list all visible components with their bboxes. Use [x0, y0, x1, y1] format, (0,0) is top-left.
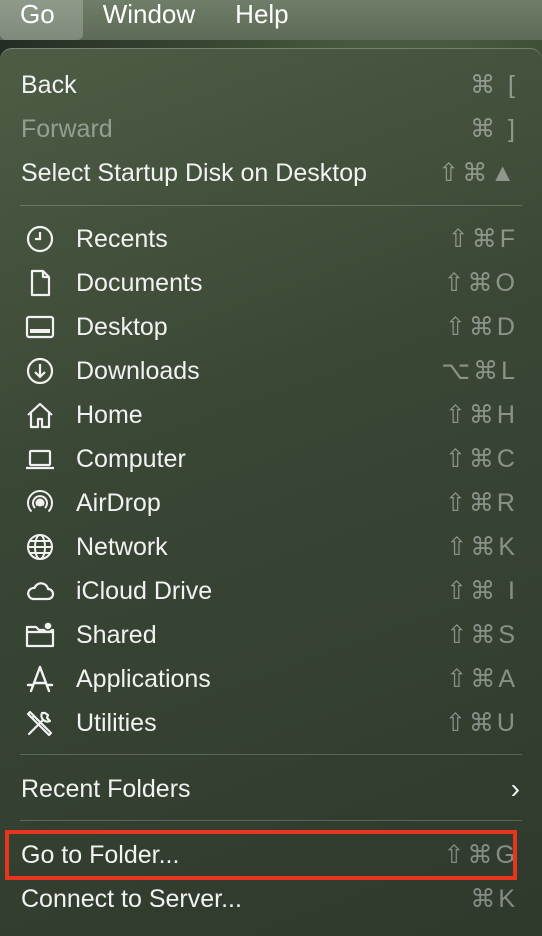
go-menu: Back ⌘ [ Forward ⌘ ] Select Startup Disk… — [0, 48, 542, 936]
airdrop-icon — [22, 485, 58, 521]
menu-item-label: Back — [21, 70, 77, 99]
menu-item-airdrop[interactable]: AirDrop ⇧⌘R — [0, 481, 542, 525]
shortcut-label: ⌘K — [470, 885, 518, 913]
shared-folder-icon — [22, 617, 58, 653]
globe-icon — [22, 529, 58, 565]
menu-item-forward: Forward ⌘ ] — [0, 107, 542, 151]
document-icon — [22, 265, 58, 301]
menu-separator — [20, 820, 522, 821]
menu-item-label: Forward — [21, 114, 113, 143]
menubar-window[interactable]: Window — [83, 0, 215, 40]
menu-item-label: Network — [76, 532, 168, 561]
menu-item-shared[interactable]: Shared ⇧⌘S — [0, 613, 542, 657]
shortcut-label: ⇧⌘K — [446, 533, 518, 561]
menu-item-label: iCloud Drive — [76, 576, 213, 605]
shortcut-label: ⇧⌘U — [444, 709, 518, 737]
menu-item-label: AirDrop — [76, 488, 161, 517]
shortcut-label: ⇧⌘▲ — [438, 159, 518, 187]
menu-item-documents[interactable]: Documents ⇧⌘O — [0, 261, 542, 305]
menu-item-label: Shared — [76, 620, 157, 649]
shortcut-label: ⇧⌘R — [444, 489, 518, 517]
shortcut-label: ⇧⌘C — [444, 445, 518, 473]
laptop-icon — [22, 441, 58, 477]
menu-item-select-startup-disk[interactable]: Select Startup Disk on Desktop ⇧⌘▲ — [0, 151, 542, 195]
menu-item-label: Recents — [76, 224, 168, 253]
home-icon — [22, 397, 58, 433]
menu-separator — [20, 205, 522, 206]
desktop-icon — [22, 309, 58, 345]
cloud-icon — [22, 573, 58, 609]
applications-icon — [22, 661, 58, 697]
menu-item-recent-folders[interactable]: Recent Folders › — [0, 767, 542, 811]
highlight-annotation-box — [5, 830, 517, 880]
menubar-go[interactable]: Go — [0, 0, 83, 40]
shortcut-label: ⌥⌘L — [441, 357, 518, 385]
menu-item-label: Utilities — [76, 708, 157, 737]
menu-item-label: Applications — [76, 664, 211, 693]
shortcut-label: ⌘ ] — [470, 115, 518, 143]
menu-item-utilities[interactable]: Utilities ⇧⌘U — [0, 701, 542, 745]
menu-separator — [20, 754, 522, 755]
menu-item-icloud-drive[interactable]: iCloud Drive ⇧⌘ I — [0, 569, 542, 613]
menu-item-downloads[interactable]: Downloads ⌥⌘L — [0, 349, 542, 393]
shortcut-label: ⇧⌘ I — [446, 577, 518, 605]
clock-icon — [22, 221, 58, 257]
menu-item-label: Select Startup Disk on Desktop — [21, 158, 367, 187]
shortcut-label: ⌘ [ — [470, 71, 518, 99]
menu-item-back[interactable]: Back ⌘ [ — [0, 63, 542, 107]
shortcut-label: ⇧⌘D — [444, 313, 518, 341]
shortcut-label: ⇧⌘S — [446, 621, 518, 649]
download-icon — [22, 353, 58, 389]
menu-item-desktop[interactable]: Desktop ⇧⌘D — [0, 305, 542, 349]
menu-bar: Go Window Help — [0, 0, 542, 40]
menu-item-network[interactable]: Network ⇧⌘K — [0, 525, 542, 569]
menu-item-label: Downloads — [76, 356, 200, 385]
menu-item-connect-to-server[interactable]: Connect to Server... ⌘K — [0, 877, 542, 921]
menu-item-computer[interactable]: Computer ⇧⌘C — [0, 437, 542, 481]
shortcut-label: ⇧⌘H — [444, 401, 518, 429]
menu-item-label: Home — [76, 400, 143, 429]
tools-icon — [22, 705, 58, 741]
menu-item-label: Documents — [76, 268, 203, 297]
menu-item-label: Desktop — [76, 312, 168, 341]
menu-item-home[interactable]: Home ⇧⌘H — [0, 393, 542, 437]
shortcut-label: ⇧⌘O — [443, 269, 518, 297]
menubar-help[interactable]: Help — [215, 0, 308, 40]
chevron-right-icon: › — [510, 773, 520, 804]
menu-item-label: Recent Folders — [21, 774, 191, 803]
shortcut-label: ⇧⌘A — [446, 665, 518, 693]
menu-item-label: Computer — [76, 444, 186, 473]
shortcut-label: ⇧⌘F — [447, 225, 518, 253]
menu-item-label: Connect to Server... — [21, 884, 242, 913]
menu-item-recents[interactable]: Recents ⇧⌘F — [0, 217, 542, 261]
menu-item-applications[interactable]: Applications ⇧⌘A — [0, 657, 542, 701]
